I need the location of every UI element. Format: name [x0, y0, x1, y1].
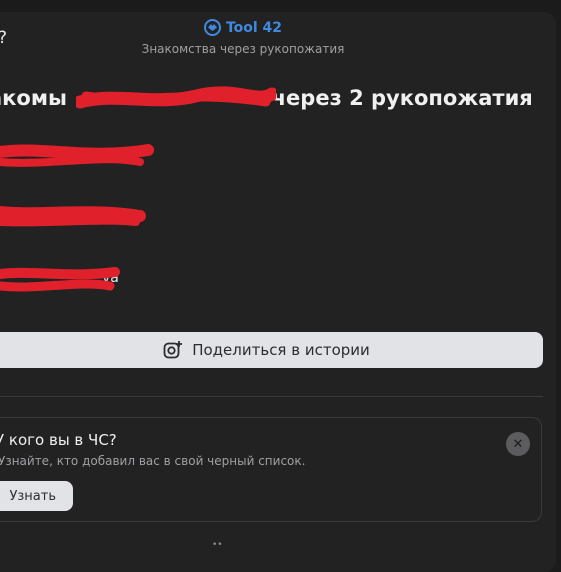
- promo-text: Узнайте, кто добавил вас в свой черный с…: [0, 454, 306, 468]
- brand-name: Tool 42: [225, 19, 283, 36]
- app-brand: Tool 42: [0, 19, 486, 36]
- handshake-glyph-icon: [207, 24, 217, 31]
- promo-learn-button[interactable]: Узнать: [0, 481, 73, 511]
- redaction-scribble: [0, 267, 120, 292]
- header-subtitle: Знакомства через рукопожатия: [141, 42, 345, 56]
- share-story-button[interactable]: Поделиться в истории: [0, 332, 543, 368]
- promo-learn-label: Узнать: [9, 488, 56, 504]
- title-prefix: акомы: [0, 86, 68, 110]
- title-suffix: через 2 рукопожатия: [271, 86, 533, 110]
- redaction-scribble: [0, 206, 146, 227]
- divider: [0, 396, 543, 397]
- close-icon[interactable]: ✕: [506, 432, 530, 456]
- brand-logo-icon: [203, 19, 221, 36]
- share-story-label: Поделиться в истории: [192, 341, 370, 359]
- promo-title: У кого вы в ЧС?: [0, 431, 117, 449]
- blacklist-promo-card: У кого вы в ЧС? Узнайте, кто добавил вас…: [0, 417, 542, 522]
- redaction-scribble: [0, 144, 154, 167]
- instagram-add-icon: [163, 341, 183, 359]
- page-indicator: ••: [212, 540, 223, 550]
- redaction-scribble: [76, 86, 276, 109]
